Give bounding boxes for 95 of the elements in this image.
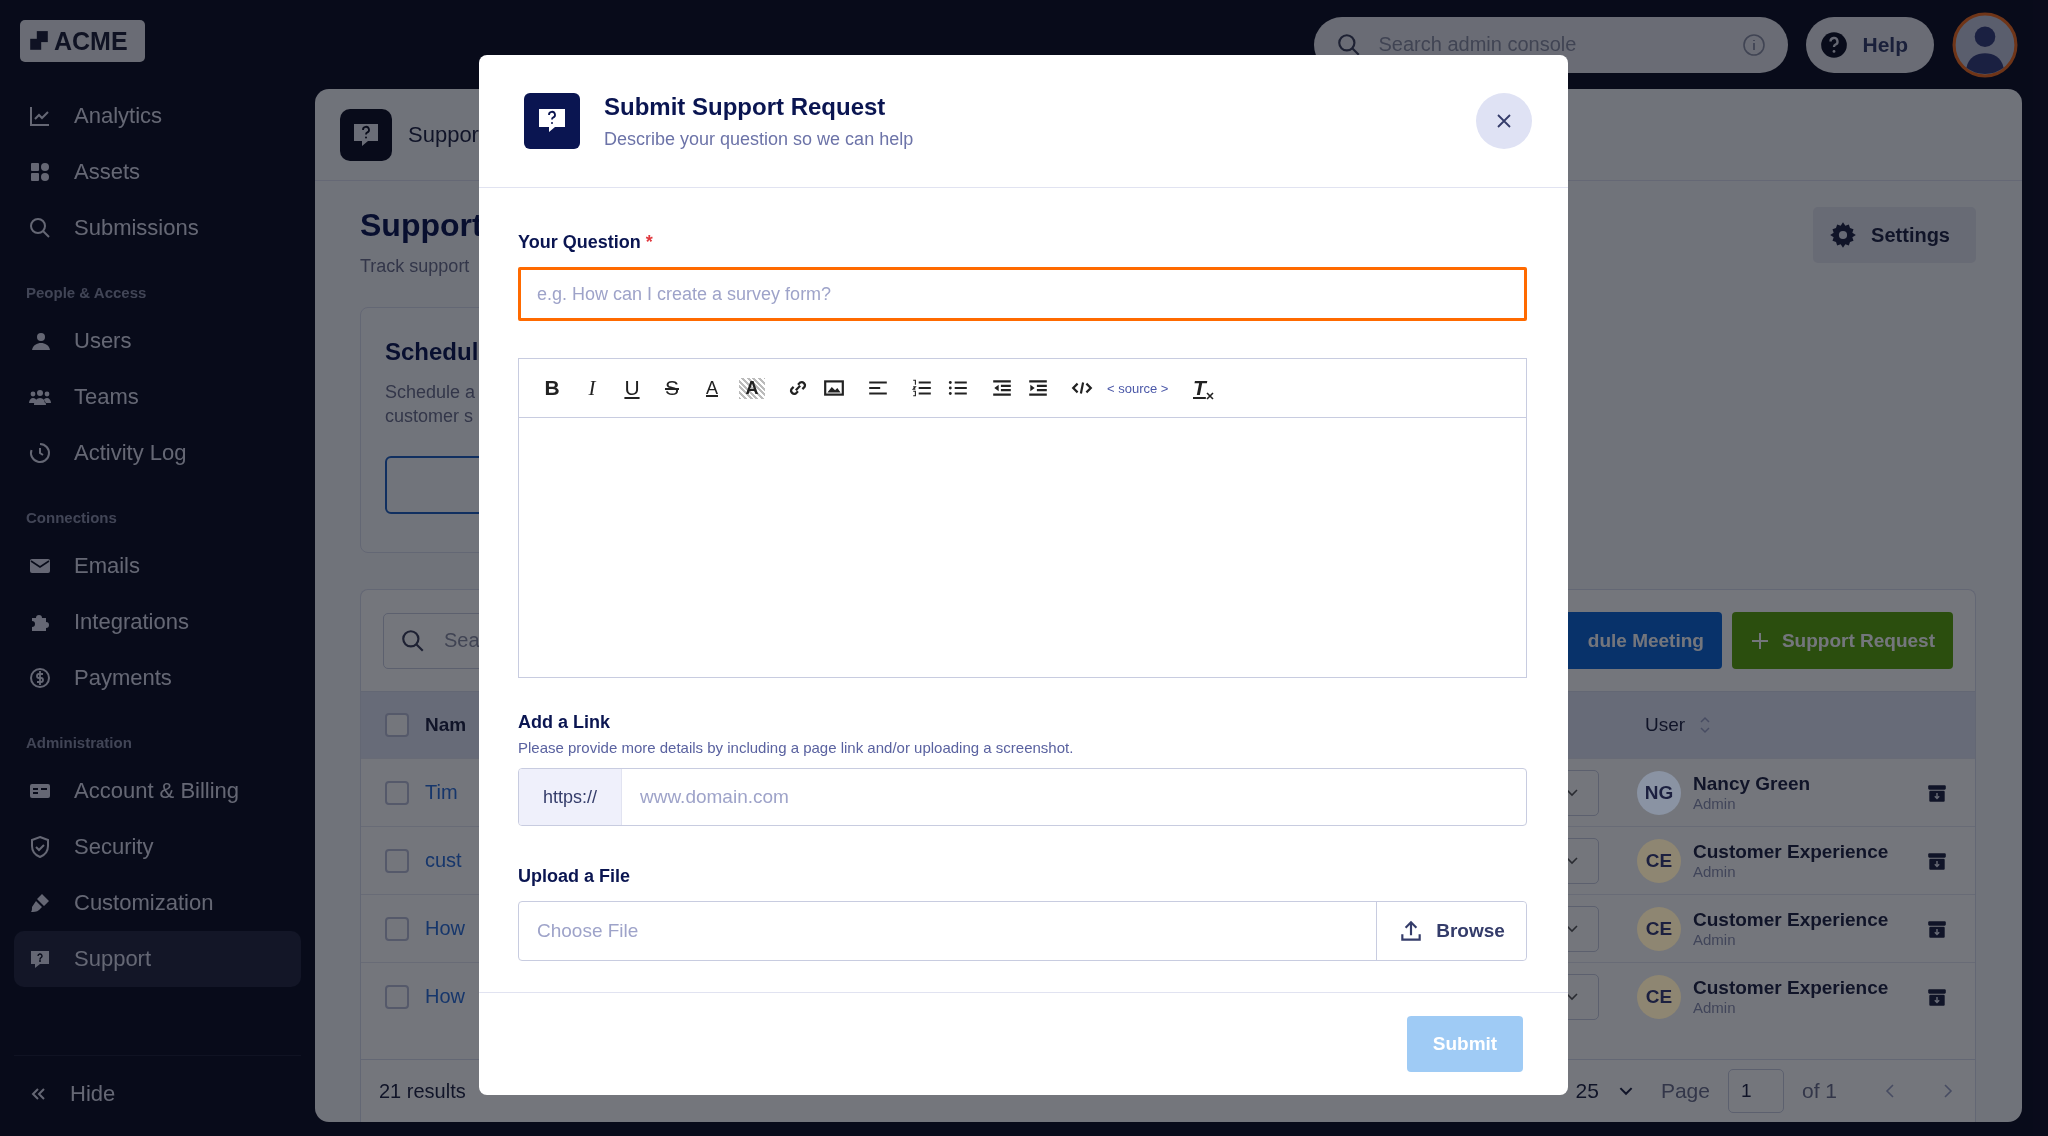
card-title: Schedul xyxy=(385,338,480,366)
field-hint: Please provide more details by including a page link and/or uploading a screenshot. xyxy=(518,739,1075,756)
page-total: of 1 xyxy=(1801,1079,1837,1103)
user-name: Nancy Green xyxy=(1693,773,1811,795)
shield-icon xyxy=(28,835,52,859)
clear-button[interactable]: T xyxy=(1190,376,1217,400)
nav-item[interactable]: Users xyxy=(14,313,301,369)
nav-item[interactable]: Analytics xyxy=(14,88,301,144)
nav-item[interactable]: Customization xyxy=(14,875,301,931)
strike-button[interactable]: S xyxy=(659,376,685,400)
chart-icon xyxy=(28,104,52,128)
italic-button[interactable]: I xyxy=(579,375,605,401)
card-text: customer s xyxy=(385,405,474,428)
highlight-button[interactable]: A xyxy=(739,377,765,399)
user-initials-avatar: CE xyxy=(1637,974,1681,1019)
nav-item[interactable]: Integrations xyxy=(14,594,301,650)
link-field[interactable]: www.domain.com xyxy=(622,769,1526,825)
settings-button[interactable]: Settings xyxy=(1813,207,1976,263)
rich-text-editor[interactable]: B I U S A A < source > T xyxy=(518,358,1527,678)
support-request-button[interactable]: Support Request xyxy=(1731,612,1953,669)
field-label: Add a Link xyxy=(518,712,611,733)
ol-icon[interactable] xyxy=(911,377,933,399)
underline-button[interactable]: U xyxy=(619,376,645,400)
chevron-down-icon xyxy=(1566,856,1578,865)
dollar-icon xyxy=(28,666,52,690)
nav-item[interactable]: Account & Billing xyxy=(14,763,301,819)
close-button[interactable] xyxy=(1476,93,1532,149)
nav-item[interactable]: Security xyxy=(14,819,301,875)
outdent-icon[interactable] xyxy=(991,377,1013,399)
user-avatar-icon[interactable] xyxy=(1952,11,2018,78)
nav-section-heading: Administration xyxy=(26,734,133,751)
logo-mark-icon xyxy=(28,30,50,52)
user-name: Customer Experience xyxy=(1693,977,1889,999)
nav-item[interactable]: Submissions xyxy=(14,200,301,256)
user-initials-avatar: CE xyxy=(1637,906,1681,951)
chat-question-icon xyxy=(340,108,392,161)
page-subtitle: Track support xyxy=(360,256,471,277)
nav-item[interactable]: Teams xyxy=(14,369,301,425)
search-icon xyxy=(28,216,52,240)
page-title: Support xyxy=(360,207,483,244)
nav-item[interactable]: Support xyxy=(14,931,301,987)
field-label: Upload a File xyxy=(518,866,632,887)
hide-sidebar-button[interactable]: Hide xyxy=(14,1066,301,1122)
url-prefix: https:// xyxy=(519,769,622,825)
plus-icon xyxy=(1749,630,1770,651)
checkbox[interactable] xyxy=(385,916,409,941)
user-initials-avatar: CE xyxy=(1637,838,1681,883)
logo-text: ACME xyxy=(54,26,128,56)
url-input-group[interactable]: https:// www.domain.com xyxy=(518,768,1527,826)
file-field[interactable]: Choose File xyxy=(519,902,1376,960)
chevron-down-icon xyxy=(1566,924,1578,933)
source-button[interactable]: < source > xyxy=(1107,380,1169,396)
page-breadcrumb: Suppor xyxy=(408,121,479,148)
nav-section-heading: Connections xyxy=(26,509,118,526)
question-field[interactable]: e.g. How can I create a survey form? xyxy=(518,267,1527,321)
brush-icon xyxy=(28,891,52,915)
column-header[interactable]: User xyxy=(1645,714,1686,736)
checkbox[interactable] xyxy=(385,713,409,737)
search-icon xyxy=(400,627,426,654)
chevron-down-icon xyxy=(1566,788,1578,797)
user-name: Customer Experience xyxy=(1693,909,1889,931)
dialog-title: Submit Support Request xyxy=(604,92,887,121)
field-label: Your Question * xyxy=(518,232,654,253)
chat-question-icon xyxy=(524,93,580,149)
checkbox[interactable] xyxy=(385,984,409,1009)
nav-section-heading: People & Access xyxy=(26,284,148,301)
close-icon xyxy=(1496,113,1512,129)
page-size-dropdown[interactable]: 25 xyxy=(1575,1079,1633,1103)
user-initials-avatar: NG xyxy=(1637,770,1681,815)
dialog-subtitle: Describe your question so we can help xyxy=(604,128,915,150)
color-button[interactable]: A xyxy=(699,377,725,399)
nav-item[interactable]: Emails xyxy=(14,538,301,594)
checkbox[interactable] xyxy=(385,780,409,805)
nav-item[interactable]: Activity Log xyxy=(14,425,301,481)
card-text: Schedule a xyxy=(385,381,476,404)
page-number-field[interactable]: 1 xyxy=(1727,1069,1784,1113)
user-name: Customer Experience xyxy=(1693,841,1889,863)
indent-icon[interactable] xyxy=(1027,377,1049,399)
question-icon xyxy=(1820,30,1849,59)
file-upload-group[interactable]: Choose File Browse xyxy=(518,901,1527,961)
bold-button[interactable]: B xyxy=(539,376,565,400)
page-label: Page xyxy=(1660,1079,1710,1103)
nav-item[interactable]: Payments xyxy=(14,650,301,706)
chevron-down-icon xyxy=(1566,992,1578,1001)
results-count: 21 results xyxy=(379,1079,466,1103)
clock-icon xyxy=(28,441,52,465)
settings-icon xyxy=(1829,221,1858,249)
chevron-down-icon xyxy=(1618,1086,1633,1096)
checkbox[interactable] xyxy=(385,848,409,873)
grid-icon xyxy=(28,160,52,184)
image-icon[interactable] xyxy=(823,377,845,399)
nav-item[interactable]: Assets xyxy=(14,144,301,200)
browse-button[interactable]: Browse xyxy=(1376,902,1526,960)
acme-logo[interactable]: ACME xyxy=(20,20,145,62)
help-button[interactable]: Help xyxy=(1806,16,1934,73)
